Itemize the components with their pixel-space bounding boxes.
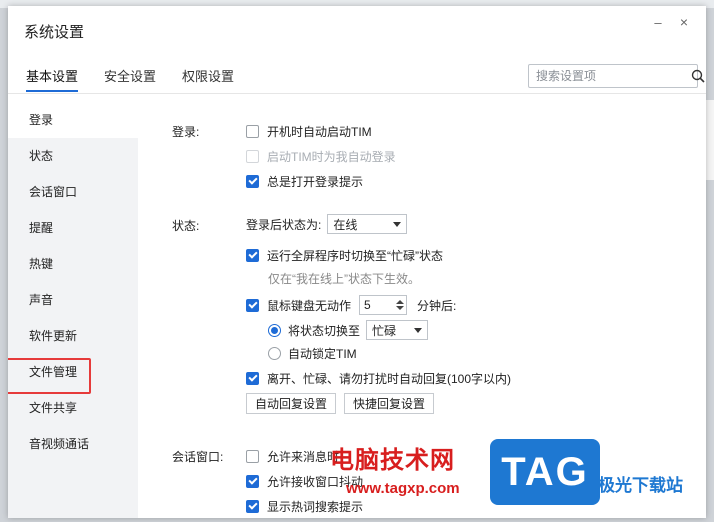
- settings-content: 登录: 开机时自动启动TIM 启动TIM时为我自动登录 总是打开登录提示 状态:…: [138, 102, 706, 518]
- idle-label: 鼠标键盘无动作: [267, 298, 352, 313]
- show-login-prompt-option[interactable]: 总是打开登录提示: [246, 173, 363, 190]
- sidebar-item-software-update[interactable]: 软件更新: [8, 318, 138, 354]
- search-input[interactable]: [536, 69, 691, 83]
- auto-start-label: 开机时自动启动TIM: [267, 125, 372, 139]
- settings-sidebar: 登录 状态 会话窗口 提醒 热键 声音 软件更新 文件管理 文件共享 音视频通话: [8, 102, 138, 518]
- allow-popup-option[interactable]: 允许来消息时: [246, 448, 339, 465]
- idle-checkbox[interactable]: [246, 298, 259, 312]
- switch-status-select[interactable]: 忙碌: [366, 320, 429, 340]
- after-login-status-row: 登录后状态为: 在线: [246, 214, 408, 234]
- tab-divider: [8, 93, 706, 94]
- auto-reply-option[interactable]: 离开、忙碌、请勿打扰时自动回复(100字以内): [246, 370, 511, 387]
- auto-login-checkbox: [246, 150, 259, 163]
- stepper-arrows[interactable]: [394, 300, 406, 310]
- status-section-label: 状态:: [172, 219, 200, 233]
- after-login-status-label: 登录后状态为:: [246, 217, 322, 232]
- show-hot-search-label: 显示热词搜索提示: [267, 500, 364, 514]
- reply-buttons-row: 自动回复设置 快捷回复设置: [246, 393, 442, 414]
- auto-login-label: 启动TIM时为我自动登录: [267, 150, 396, 164]
- show-login-prompt-checkbox[interactable]: [246, 175, 259, 188]
- auto-reply-checkbox[interactable]: [246, 372, 259, 385]
- allow-shake-label: 允许接收窗口抖动: [267, 475, 364, 489]
- show-hot-search-option[interactable]: 显示热词搜索提示: [246, 498, 363, 515]
- allow-shake-option[interactable]: 允许接收窗口抖动: [246, 473, 363, 490]
- auto-start-option[interactable]: 开机时自动启动TIM: [246, 123, 372, 140]
- fullscreen-busy-option[interactable]: 运行全屏程序时切换至“忙碌”状态: [246, 247, 443, 264]
- sidebar-item-file-management[interactable]: 文件管理: [8, 354, 138, 390]
- fullscreen-hint: 仅在“我在线上”状态下生效。: [268, 272, 420, 286]
- chevron-down-icon[interactable]: [396, 306, 405, 310]
- search-icon[interactable]: [691, 69, 705, 83]
- after-login-status-value: 在线: [333, 217, 358, 232]
- tab-basic-settings[interactable]: 基本设置: [26, 68, 79, 96]
- sidebar-item-reminder[interactable]: 提醒: [8, 210, 138, 246]
- sidebar-item-status[interactable]: 状态: [8, 138, 138, 174]
- auto-lock-label: 自动锁定TIM: [288, 347, 357, 361]
- auto-lock-option[interactable]: 自动锁定TIM: [268, 345, 357, 362]
- fullscreen-busy-label: 运行全屏程序时切换至“忙碌”状态: [267, 249, 443, 263]
- quick-reply-settings-button[interactable]: 快捷回复设置: [344, 393, 435, 414]
- chat-window-section-label: 会话窗口:: [172, 450, 224, 464]
- show-login-prompt-label: 总是打开登录提示: [267, 175, 364, 189]
- after-login-status-select[interactable]: 在线: [327, 214, 408, 234]
- sidebar-item-chat-window[interactable]: 会话窗口: [8, 174, 138, 210]
- show-hot-search-checkbox[interactable]: [246, 500, 259, 513]
- auto-login-option: 启动TIM时为我自动登录: [246, 148, 396, 165]
- login-section-label: 登录:: [172, 125, 200, 139]
- switch-status-label: 将状态切换至: [288, 323, 361, 338]
- tab-security-settings[interactable]: 安全设置: [104, 68, 156, 96]
- allow-shake-checkbox[interactable]: [246, 475, 259, 488]
- tab-permission-settings[interactable]: 权限设置: [182, 68, 234, 96]
- sidebar-item-av-call[interactable]: 音视频通话: [8, 426, 138, 462]
- auto-lock-radio[interactable]: [268, 347, 281, 360]
- switch-status-radio[interactable]: [268, 323, 281, 337]
- allow-popup-label: 允许来消息时: [267, 450, 340, 464]
- fullscreen-busy-checkbox[interactable]: [246, 249, 259, 262]
- sidebar-item-hotkey[interactable]: 热键: [8, 246, 138, 282]
- chevron-down-icon: [393, 221, 402, 227]
- auto-reply-settings-button[interactable]: 自动回复设置: [246, 393, 337, 414]
- sidebar-item-login[interactable]: 登录: [8, 102, 138, 138]
- search-box[interactable]: [528, 64, 705, 88]
- idle-suffix: 分钟后:: [417, 298, 457, 313]
- sidebar-item-file-sharing[interactable]: 文件共享: [8, 390, 138, 426]
- chevron-up-icon[interactable]: [396, 300, 405, 304]
- minimize-button[interactable]: –: [648, 12, 668, 32]
- auto-reply-label: 离开、忙碌、请勿打扰时自动回复(100字以内): [267, 372, 512, 386]
- allow-popup-checkbox[interactable]: [246, 450, 259, 463]
- chevron-down-icon: [414, 327, 423, 333]
- idle-minutes-stepper[interactable]: 5: [359, 295, 408, 315]
- dialog-title: 系统设置: [24, 24, 85, 41]
- idle-option: 鼠标键盘无动作 5 分钟后:: [246, 295, 456, 315]
- close-button[interactable]: ×: [674, 12, 694, 32]
- settings-dialog: 系统设置 – × 基本设置 安全设置 权限设置 登录 状态 会话窗口 提醒 热键…: [8, 6, 706, 518]
- switch-status-option: 将状态切换至 忙碌: [268, 320, 429, 340]
- sidebar-item-sound[interactable]: 声音: [8, 282, 138, 318]
- auto-start-checkbox[interactable]: [246, 125, 259, 138]
- switch-status-value: 忙碌: [372, 323, 397, 338]
- idle-minutes-value: 5: [364, 298, 371, 312]
